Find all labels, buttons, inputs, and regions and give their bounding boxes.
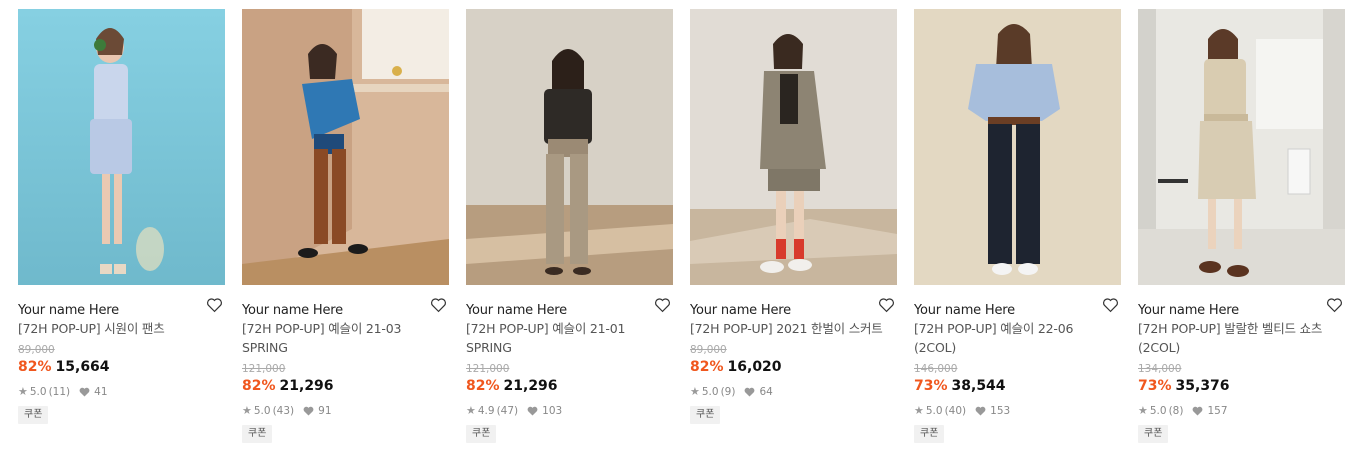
like-count: 41 [94, 386, 108, 398]
product-image[interactable] [242, 9, 449, 285]
heart-icon[interactable] [878, 297, 895, 313]
like-count: 153 [990, 405, 1011, 417]
product-card[interactable]: Your name Here [72H POP-UP] 예슬이 21-03 SP… [242, 9, 449, 443]
product-title[interactable]: [72H POP-UP] 예슬이 22-06 (2COL) [914, 319, 1114, 357]
product-image[interactable] [690, 9, 897, 285]
review-count: (43) [272, 405, 295, 417]
discount-rate: 73% [1138, 378, 1172, 394]
sale-price: 15,664 [55, 359, 110, 375]
product-card[interactable]: Your name Here [72H POP-UP] 시원이 팬츠 89,00… [18, 9, 225, 424]
like-heart-icon [975, 406, 986, 416]
discount-rate: 73% [914, 378, 948, 394]
product-title[interactable]: [72H POP-UP] 시원이 팬츠 [18, 319, 218, 338]
discount-rate: 82% [242, 378, 276, 394]
like-heart-icon [79, 387, 90, 397]
product-image[interactable] [18, 9, 225, 285]
rating-value: 5.0 [253, 405, 271, 417]
review-count: (9) [720, 386, 736, 398]
product-card[interactable]: Your name Here [72H POP-UP] 2021 한벌이 스커트… [690, 9, 897, 424]
rating-value: 5.0 [701, 386, 719, 398]
brand-name[interactable]: Your name Here [18, 303, 119, 318]
review-count: (47) [496, 405, 519, 417]
product-title[interactable]: [72H POP-UP] 2021 한벌이 스커트 [690, 319, 890, 338]
like-count: 157 [1207, 405, 1228, 417]
rating-value: 4.9 [477, 405, 495, 417]
star-icon: ★ [914, 404, 924, 417]
heart-icon[interactable] [1102, 297, 1119, 313]
like-count: 103 [542, 405, 563, 417]
star-icon: ★ [242, 404, 252, 417]
sale-price: 21,296 [279, 378, 334, 394]
product-title[interactable]: [72H POP-UP] 예슬이 21-01 SPRING [466, 319, 666, 357]
heart-icon[interactable] [1326, 297, 1343, 313]
coupon-badge: 쿠폰 [1138, 425, 1169, 443]
discount-rate: 82% [690, 359, 724, 375]
like-count: 64 [759, 386, 773, 398]
like-heart-icon [303, 406, 314, 416]
rating-value: 5.0 [29, 386, 47, 398]
brand-name[interactable]: Your name Here [914, 303, 1015, 318]
brand-name[interactable]: Your name Here [690, 303, 791, 318]
original-price: 146,000 [914, 363, 958, 375]
sale-price: 35,376 [1175, 378, 1230, 394]
product-card[interactable]: Your name Here [72H POP-UP] 예슬이 22-06 (2… [914, 9, 1121, 443]
original-price: 121,000 [242, 363, 286, 375]
brand-name[interactable]: Your name Here [242, 303, 343, 318]
product-image[interactable] [1138, 9, 1345, 285]
sale-price: 16,020 [727, 359, 782, 375]
sale-price: 38,544 [951, 378, 1006, 394]
coupon-badge: 쿠폰 [466, 425, 497, 443]
review-count: (40) [944, 405, 967, 417]
coupon-badge: 쿠폰 [18, 406, 49, 424]
star-icon: ★ [466, 404, 476, 417]
product-title[interactable]: [72H POP-UP] 발랄한 벨티드 쇼츠 (2COL) [1138, 319, 1338, 357]
coupon-badge: 쿠폰 [914, 425, 945, 443]
coupon-badge: 쿠폰 [690, 406, 721, 424]
product-image[interactable] [914, 9, 1121, 285]
original-price: 134,000 [1138, 363, 1182, 375]
like-count: 91 [318, 405, 332, 417]
like-heart-icon [1193, 406, 1203, 416]
heart-icon[interactable] [654, 297, 671, 313]
original-price: 89,000 [18, 344, 55, 356]
discount-rate: 82% [466, 378, 500, 394]
star-icon: ★ [18, 385, 28, 398]
star-icon: ★ [1138, 404, 1148, 417]
like-heart-icon [527, 406, 538, 416]
like-heart-icon [745, 387, 755, 397]
brand-name[interactable]: Your name Here [1138, 303, 1239, 318]
product-grid: Your name Here [72H POP-UP] 시원이 팬츠 89,00… [0, 0, 1347, 461]
star-icon: ★ [690, 385, 700, 398]
brand-name[interactable]: Your name Here [466, 303, 567, 318]
sale-price: 21,296 [503, 378, 558, 394]
discount-rate: 82% [18, 359, 52, 375]
review-count: (8) [1168, 405, 1184, 417]
heart-icon[interactable] [206, 297, 223, 313]
heart-icon[interactable] [430, 297, 447, 313]
product-image[interactable] [466, 9, 673, 285]
product-title[interactable]: [72H POP-UP] 예슬이 21-03 SPRING [242, 319, 442, 357]
original-price: 121,000 [466, 363, 510, 375]
rating-value: 5.0 [1149, 405, 1167, 417]
product-card[interactable]: Your name Here [72H POP-UP] 발랄한 벨티드 쇼츠 (… [1138, 9, 1345, 443]
rating-value: 5.0 [925, 405, 943, 417]
original-price: 89,000 [690, 344, 727, 356]
review-count: (11) [48, 386, 71, 398]
coupon-badge: 쿠폰 [242, 425, 273, 443]
product-card[interactable]: Your name Here [72H POP-UP] 예슬이 21-01 SP… [466, 9, 673, 443]
